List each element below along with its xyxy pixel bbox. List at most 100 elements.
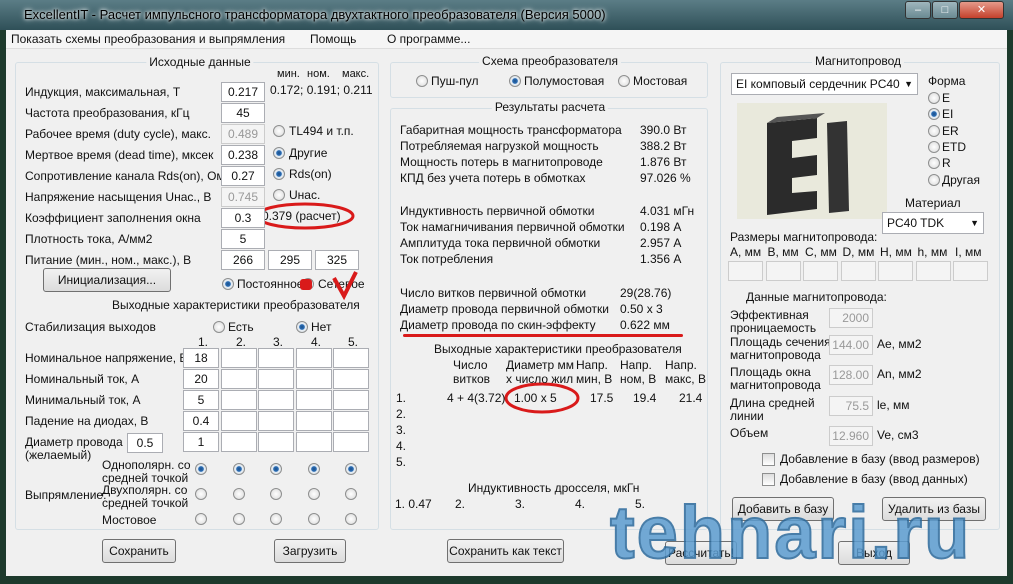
supply-max-input[interactable]: 325 [315,250,359,270]
output-cell[interactable] [333,411,369,431]
output-cell[interactable] [221,411,257,431]
core-select[interactable]: EI комповый сердечник PC40 TDK ▼ [731,73,918,95]
init-button[interactable]: Инициализация... [43,268,171,292]
radio-pushpull[interactable] [416,75,428,87]
rectifier-radio[interactable] [345,513,357,525]
dim-input[interactable] [803,261,838,281]
param-input[interactable]: 144.00 [829,335,873,355]
shape-radio[interactable] [928,124,940,137]
input-field[interactable]: 266 [221,250,265,270]
input-field[interactable]: 0.3 [221,208,265,228]
supply-nom-input[interactable]: 295 [268,250,312,270]
output-cell[interactable] [258,369,294,389]
rectifier-radio[interactable] [270,513,282,525]
save-text-button[interactable]: Сохранить как текст [447,539,564,563]
input-field[interactable]: 0.217 [221,82,265,102]
menu-schemes[interactable]: Показать схемы преобразования и выпрямле… [11,32,285,46]
output-cell[interactable]: 0.4 [183,411,219,431]
output-cell[interactable] [333,432,369,452]
rectifier-radio[interactable] [308,463,320,475]
radio-bridge[interactable] [618,75,630,87]
shape-radio[interactable] [928,173,940,186]
menu-help[interactable]: Помощь [310,32,356,46]
rectifier-radio[interactable] [195,463,207,475]
radio-tl494[interactable] [273,125,285,137]
output-cell[interactable] [258,432,294,452]
checkbox-add-data[interactable] [762,473,775,486]
rectifier-radio[interactable] [195,488,207,500]
out-header: Напр. [620,358,652,372]
menu-about[interactable]: О программе... [387,32,470,46]
shape-radio[interactable] [928,92,940,104]
output-cell[interactable]: 20 [183,369,219,389]
dim-input[interactable] [915,261,951,281]
output-cell[interactable] [296,432,332,452]
output-cell[interactable] [296,411,332,431]
dim-input[interactable] [840,261,876,281]
input-field[interactable]: 45 [221,103,265,123]
rectifier-radio[interactable] [345,488,357,500]
close-button[interactable]: ✕ [959,1,1004,19]
rectifier-radio[interactable] [308,488,320,500]
param-input[interactable]: 128.00 [829,365,873,385]
radio-stab-yes[interactable] [213,321,225,333]
input-field[interactable]: 0.745 [221,187,265,207]
maximize-button[interactable]: □ [932,1,958,19]
rectifier-radio[interactable] [233,463,245,475]
output-cell[interactable] [333,369,369,389]
output-cell[interactable] [296,369,332,389]
output-cell[interactable] [296,390,332,410]
rectifier-radio[interactable] [308,513,320,525]
rectifier-radio[interactable] [233,488,245,500]
rectifier-radio[interactable] [195,513,207,525]
shape-radio[interactable] [928,140,940,153]
output-cell[interactable] [258,411,294,431]
radio-dc[interactable] [222,278,234,290]
rectifier-radio[interactable] [233,513,245,525]
radio-halfbridge[interactable] [509,75,521,87]
minimize-button[interactable]: – [905,1,931,19]
radio-other-label: Другие [289,146,328,160]
rectifier-radio[interactable] [270,463,282,475]
output-cell[interactable] [258,390,294,410]
output-cell[interactable] [258,348,294,368]
input-field[interactable]: 0.27 [221,166,265,186]
dim-input[interactable] [765,261,801,281]
radio-rds[interactable] [273,168,285,180]
load-button[interactable]: Загрузить [274,539,346,563]
output-cell[interactable] [221,432,257,452]
output-cell[interactable] [221,390,257,410]
radio-ac[interactable] [302,278,314,290]
output-cell[interactable]: 18 [183,348,219,368]
dim-input[interactable] [728,261,763,281]
output-cell[interactable] [333,390,369,410]
input-field[interactable]: 0.238 [221,145,265,165]
dim-input[interactable] [953,261,988,281]
save-button[interactable]: Сохранить [102,539,176,563]
rectifier-radio[interactable] [345,463,357,475]
output-cell[interactable] [333,348,369,368]
rectifier-radio[interactable] [270,488,282,500]
result-label: Диаметр провода по скин-эффекту [400,318,596,332]
output-cell[interactable]: 5 [183,390,219,410]
checkbox-add-dims-label: Добавление в базу (ввод размеров) [780,452,980,466]
radio-other[interactable] [273,147,285,159]
input-field[interactable]: 0.489 [221,124,265,144]
radio-usat[interactable] [273,189,285,201]
param-input[interactable]: 75.5 [829,396,873,416]
rect-opt-bipolar: Двухполярн. со [102,483,188,497]
param-input[interactable]: 2000 [829,308,873,328]
radio-stab-no[interactable] [296,321,308,333]
output-cell[interactable] [296,348,332,368]
output-cell[interactable] [221,348,257,368]
input-field[interactable]: 5 [221,229,265,249]
output-cell[interactable] [221,369,257,389]
output-cell[interactable]: 1 [183,432,219,452]
radio-bridge-label: Мостовая [633,74,688,88]
dim-input[interactable] [878,261,913,281]
checkbox-add-dims[interactable] [762,453,775,466]
wire-desired-input[interactable]: 0.5 [127,433,163,453]
param-input[interactable]: 12.960 [829,426,873,446]
result-value: 1.356 А [640,252,682,266]
material-select[interactable]: PC40 TDK ▼ [882,212,984,234]
